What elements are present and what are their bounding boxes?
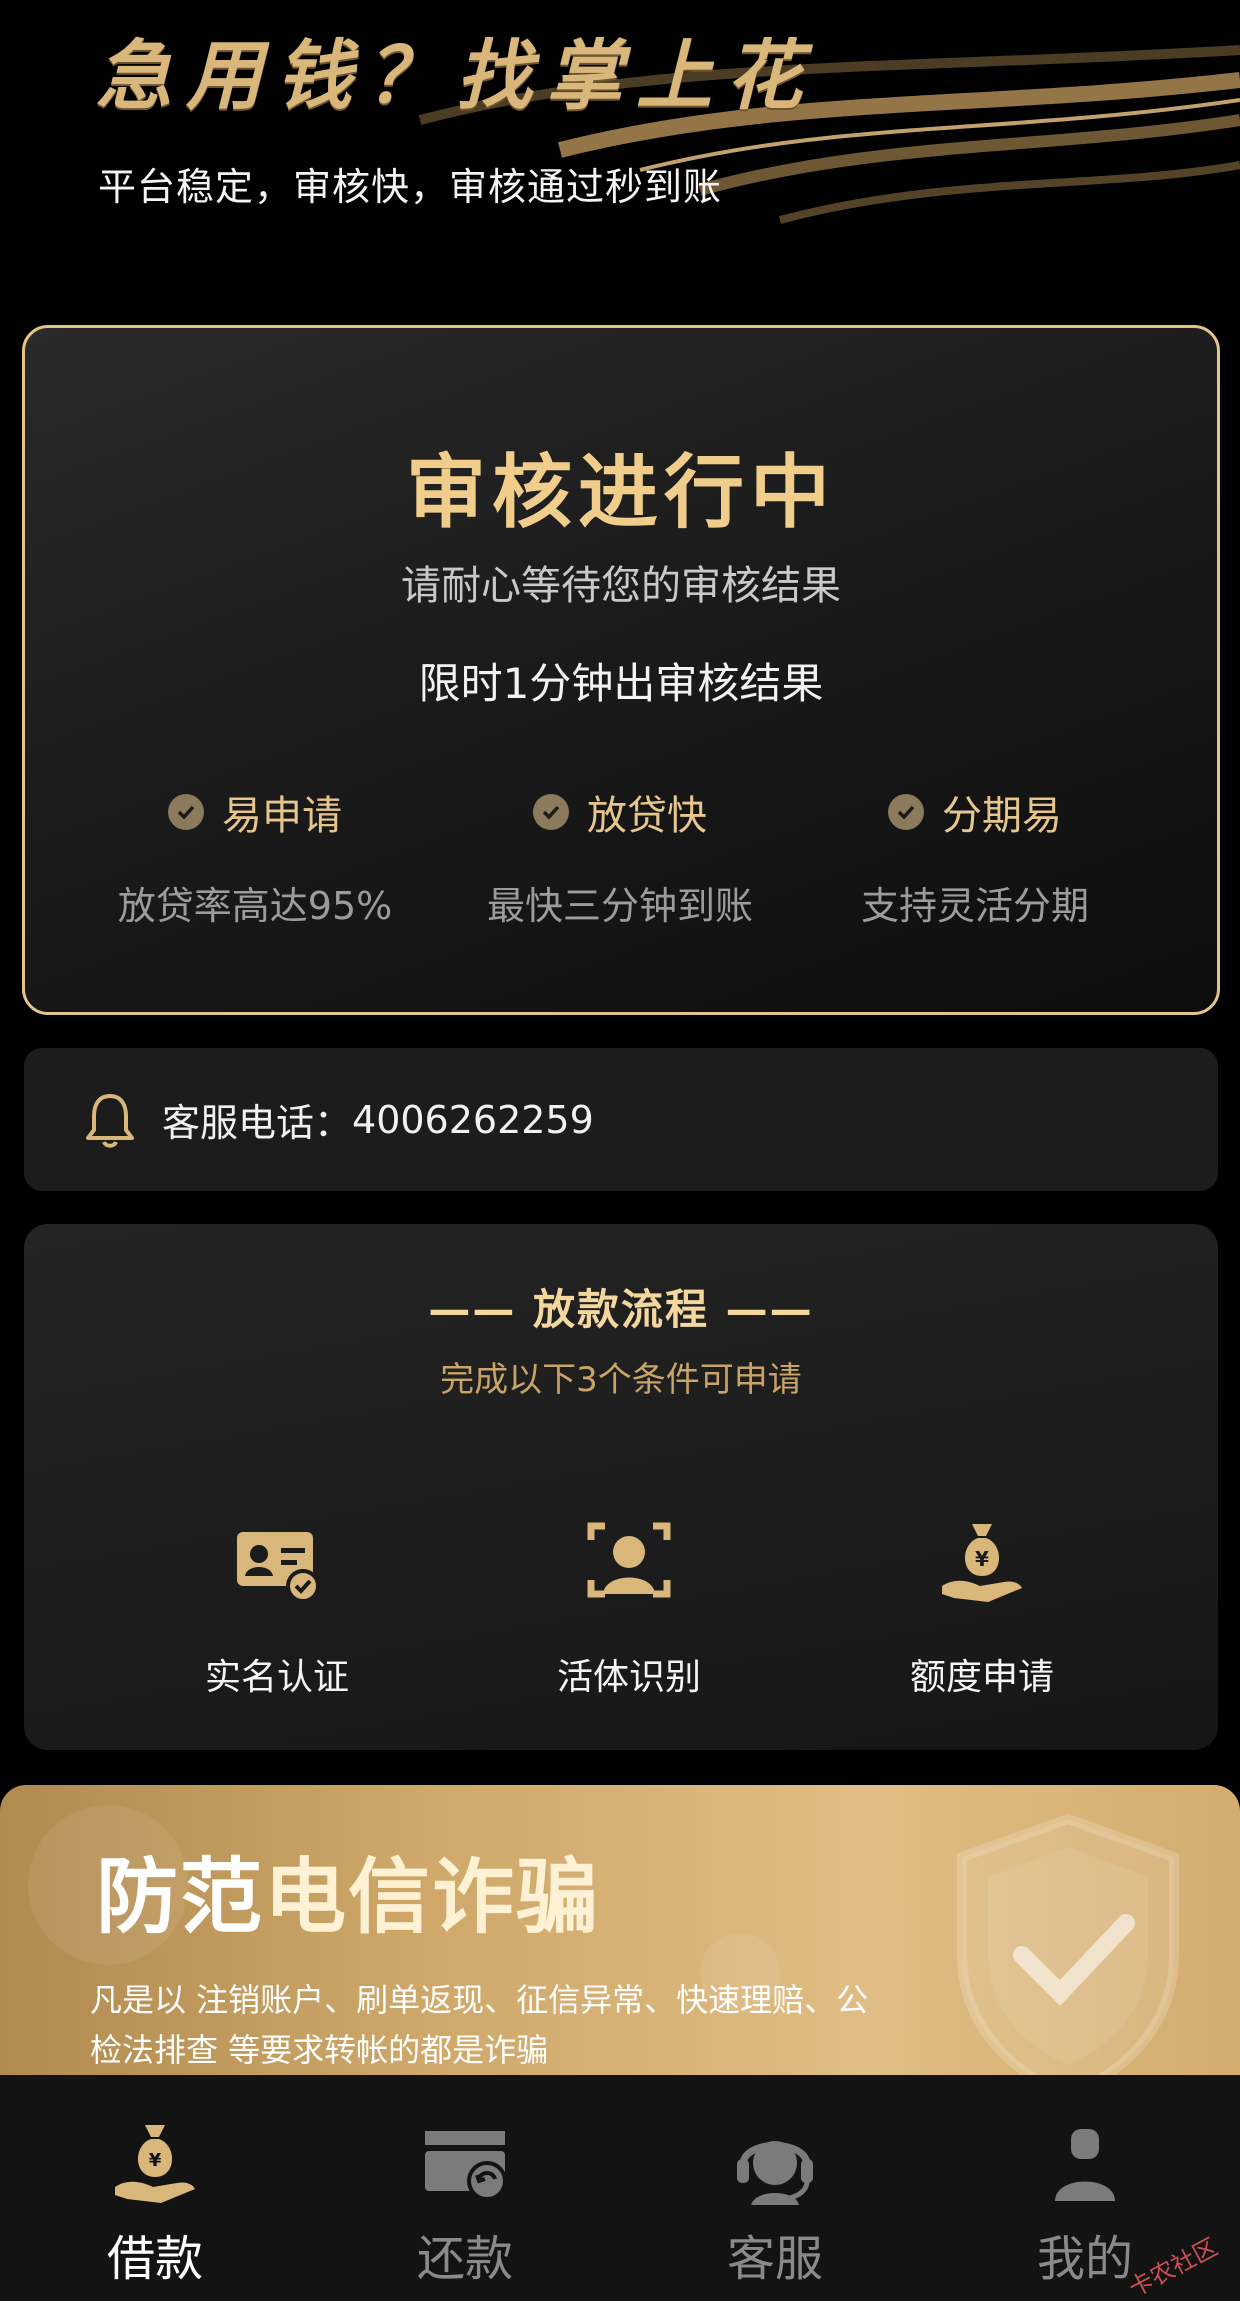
step-real-name-auth[interactable]: 实名认证 (147, 1514, 407, 1700)
feature-desc: 最快三分钟到账 (486, 884, 753, 928)
money-bag-icon: ¥ (115, 2125, 195, 2203)
feature-desc: 放贷率高达95% (117, 884, 393, 928)
feature-label: 放贷快 (587, 793, 707, 839)
fraud-title-prefix: 防范 (96, 1850, 265, 1945)
status-limit-text: 限时1分钟出审核结果 (418, 659, 824, 708)
nav-item-repay[interactable]: 还款 (310, 2075, 620, 2301)
fraud-title-highlight: 电信诈骗 (264, 1850, 601, 1945)
card-return-icon (425, 2131, 507, 2201)
step-liveness-detection[interactable]: 活体识别 (499, 1514, 759, 1700)
nav-label: 还款 (416, 2231, 513, 2287)
nav-item-borrow[interactable]: ¥ 借款 (0, 2075, 310, 2301)
step-label: 额度申请 (909, 1657, 1054, 1698)
feature-fast-loan: 放贷快 最快三分钟到账 (430, 783, 810, 930)
feature-label: 易申请 (222, 793, 342, 839)
anti-fraud-banner: 防范电信诈骗 凡是以 注销账户、刷单返现、征信异常、快速理赔、公检法排查 等要求… (0, 1785, 1240, 2075)
process-subtitle: 完成以下3个条件可申请 (440, 1360, 802, 1400)
check-circle-icon (888, 794, 924, 830)
feature-desc: 支持灵活分期 (860, 884, 1089, 928)
shield-check-icon (957, 1813, 1179, 2075)
loan-process-card: —— 放款流程 —— 完成以下3个条件可申请 实名认证 活体识别 ¥ 额度申请 (24, 1224, 1218, 1750)
nav-label: 客服 (726, 2231, 823, 2287)
service-phone-number[interactable]: 4006262259 (352, 1098, 594, 1142)
status-title: 审核进行中 (406, 446, 836, 539)
loan-status-page: 急用钱？找掌上花 平台稳定，审核快，审核通过秒到账 审核进行中 请耐心等待您的审… (0, 0, 1240, 2301)
check-circle-icon (168, 794, 204, 830)
fraud-title: 防范电信诈骗 (96, 1830, 600, 1949)
feature-label: 分期易 (942, 793, 1062, 839)
step-credit-apply[interactable]: ¥ 额度申请 (852, 1514, 1112, 1700)
status-subtitle: 请耐心等待您的审核结果 (401, 563, 841, 609)
bell-icon (86, 1093, 134, 1148)
process-title: —— 放款流程 —— (428, 1285, 814, 1334)
face-scan-icon (587, 1522, 671, 1598)
nav-label: 借款 (106, 2231, 203, 2287)
hero-header: 急用钱？找掌上花 平台稳定，审核快，审核通过秒到账 (0, 0, 1240, 300)
feature-easy-apply: 易申请 放贷率高达95% (65, 783, 445, 930)
money-bag-hand-icon: ¥ (942, 1524, 1022, 1602)
step-label: 实名认证 (204, 1657, 349, 1698)
step-label: 活体识别 (556, 1657, 701, 1698)
headset-icon (737, 2141, 813, 2205)
service-phone-label: 客服电话： (162, 1101, 353, 1145)
id-card-check-icon (237, 1532, 320, 1603)
user-icon (1055, 2129, 1115, 2201)
nav-item-service[interactable]: 客服 (620, 2075, 930, 2301)
bottom-navigation: ¥ 借款 还款 客服 我的 卡农社区 (0, 2075, 1240, 2301)
hero-subtitle: 平台稳定，审核快，审核通过秒到账 (98, 165, 723, 209)
customer-service-bar[interactable]: 客服电话： 4006262259 (24, 1048, 1218, 1191)
hero-title: 急用钱？找掌上花 (96, 31, 816, 120)
fraud-warning-text: 凡是以 注销账户、刷单返现、征信异常、快速理赔、公检法排查 等要求转帐的都是诈骗 (90, 1981, 869, 2069)
check-circle-icon (533, 794, 569, 830)
feature-easy-installment: 分期易 支持灵活分期 (785, 783, 1165, 930)
svg-text:¥: ¥ (975, 1547, 989, 1571)
review-status-card: 审核进行中 请耐心等待您的审核结果 限时1分钟出审核结果 易申请 放贷率高达95… (22, 325, 1220, 1015)
svg-text:¥: ¥ (149, 2150, 162, 2171)
